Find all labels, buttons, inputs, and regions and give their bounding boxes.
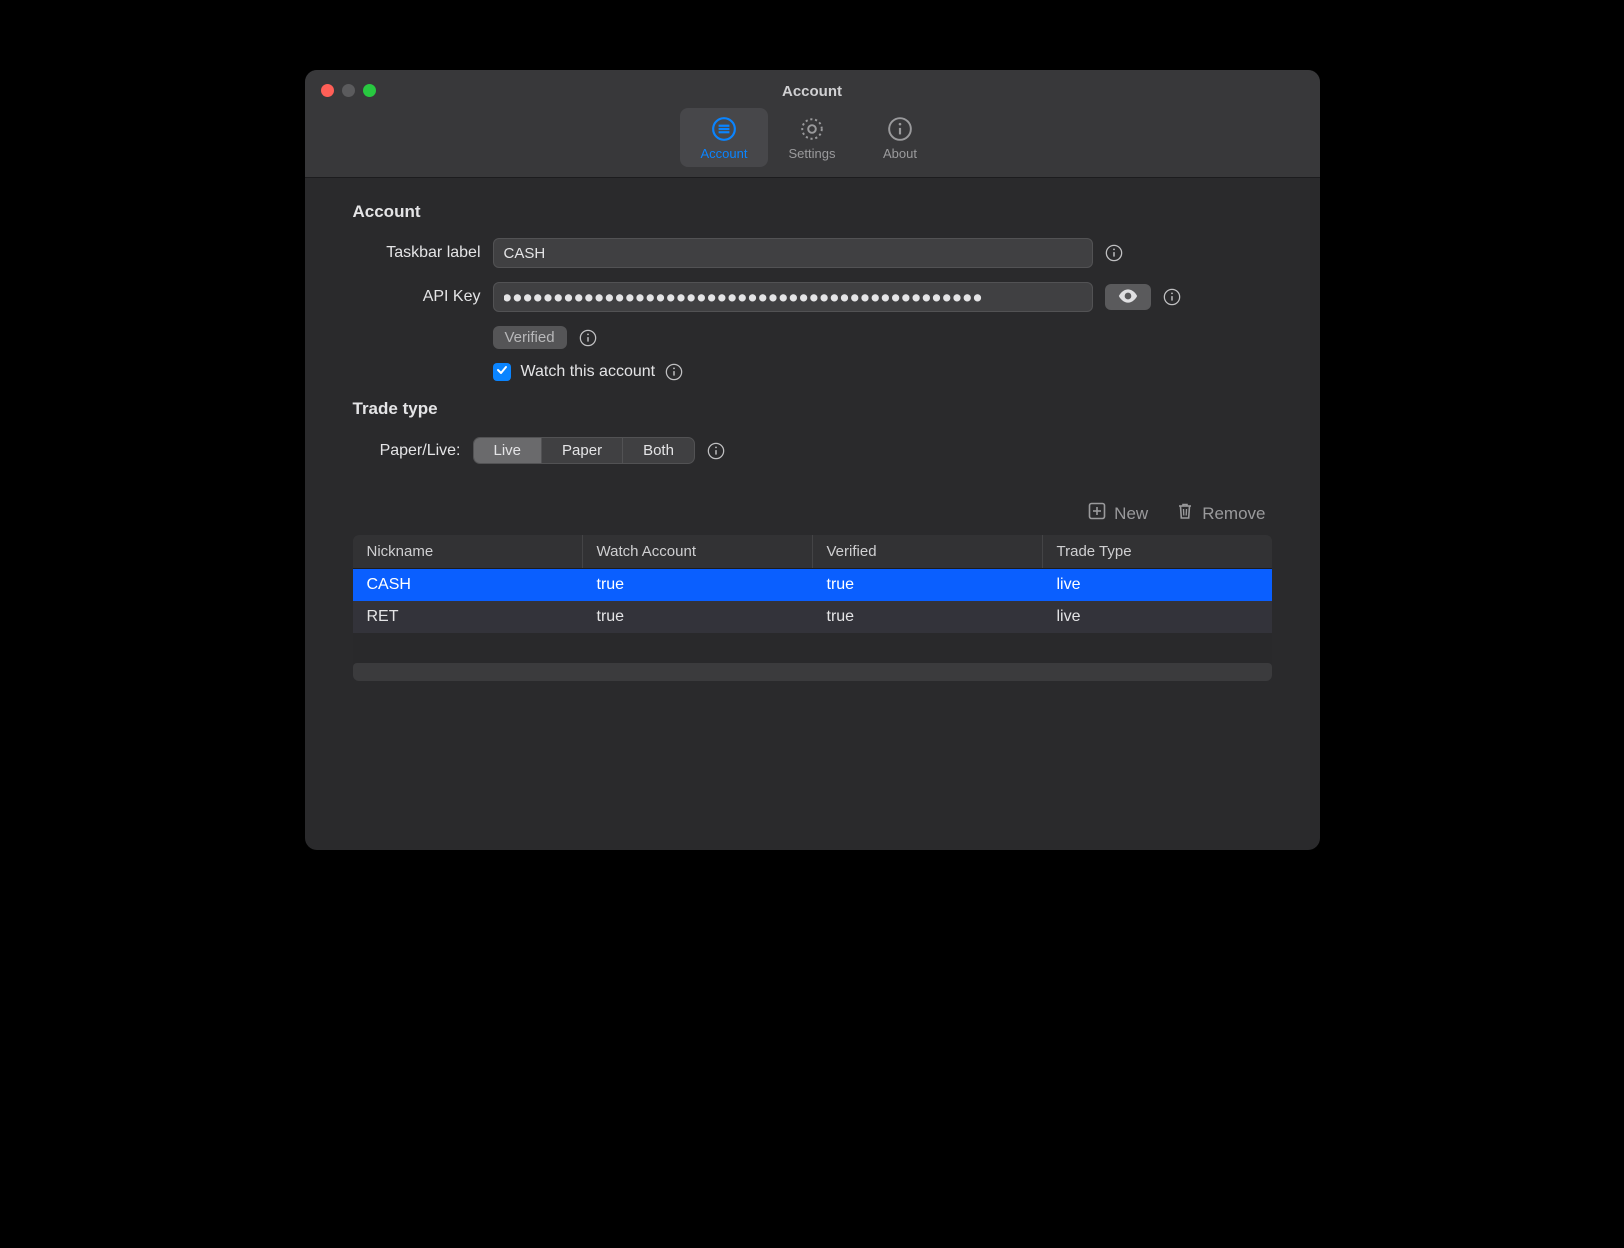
tab-label: Settings [789, 146, 836, 161]
verified-badge: Verified [493, 326, 567, 349]
table-body: CASH true true live RET true true live [353, 569, 1272, 633]
table-header: Nickname Watch Account Verified Trade Ty… [353, 535, 1272, 569]
remove-button-label: Remove [1202, 504, 1265, 524]
taskbar-label-label: Taskbar label [353, 244, 481, 262]
reveal-api-key-button[interactable] [1105, 284, 1151, 310]
table-actions: New Remove [353, 502, 1272, 525]
gear-icon [799, 116, 825, 142]
cell-watch: true [583, 569, 813, 601]
cell-trade: live [1043, 601, 1272, 633]
segment-paper[interactable]: Paper [542, 438, 623, 463]
watch-account-checkbox[interactable] [493, 363, 511, 381]
info-icon [887, 116, 913, 142]
close-window-button[interactable] [321, 84, 334, 97]
zoom-window-button[interactable] [363, 84, 376, 97]
column-verified[interactable]: Verified [813, 535, 1043, 568]
new-button[interactable]: New [1088, 502, 1148, 525]
watch-account-info-icon[interactable] [665, 363, 683, 381]
trade-type-row: Paper/Live: Live Paper Both [353, 437, 1272, 464]
trade-type-segmented-control: Live Paper Both [473, 437, 695, 464]
taskbar-label-row: Taskbar label [353, 238, 1272, 268]
cell-verified: true [813, 569, 1043, 601]
watch-account-label: Watch this account [521, 363, 656, 381]
table-footer-bar [353, 663, 1272, 681]
checkmark-icon [496, 363, 508, 381]
trade-type-info-icon[interactable] [707, 442, 725, 460]
cell-verified: true [813, 601, 1043, 633]
window-title: Account [305, 70, 1320, 100]
content-area: Account Taskbar label API Key Verified [305, 178, 1320, 850]
minimize-window-button[interactable] [342, 84, 355, 97]
segment-both[interactable]: Both [623, 438, 694, 463]
eye-icon [1118, 289, 1138, 306]
column-trade-type[interactable]: Trade Type [1043, 535, 1272, 568]
account-tab-icon [711, 116, 737, 142]
verified-info-icon[interactable] [579, 329, 597, 347]
account-section-heading: Account [353, 202, 1272, 222]
segment-live[interactable]: Live [474, 438, 543, 463]
paper-live-label: Paper/Live: [353, 442, 461, 460]
tab-settings[interactable]: Settings [768, 108, 856, 167]
column-watch-account[interactable]: Watch Account [583, 535, 813, 568]
trade-type-heading: Trade type [353, 399, 1272, 419]
api-key-info-icon[interactable] [1163, 288, 1181, 306]
toolbar-tabs: Account Settings About [305, 100, 1320, 177]
accounts-table: Nickname Watch Account Verified Trade Ty… [353, 535, 1272, 681]
table-row[interactable]: RET true true live [353, 601, 1272, 633]
cell-nickname: RET [353, 601, 583, 633]
cell-watch: true [583, 601, 813, 633]
preferences-window: Account Account Settings About [305, 70, 1320, 850]
titlebar: Account Account Settings About [305, 70, 1320, 178]
new-button-label: New [1114, 504, 1148, 524]
api-key-label: API Key [353, 288, 481, 306]
api-key-row: API Key [353, 282, 1272, 312]
remove-button[interactable]: Remove [1176, 502, 1265, 525]
table-row[interactable]: CASH true true live [353, 569, 1272, 601]
tab-about[interactable]: About [856, 108, 944, 167]
taskbar-label-input[interactable] [493, 238, 1093, 268]
traffic-lights [321, 84, 376, 97]
trash-icon [1176, 502, 1194, 525]
tab-account[interactable]: Account [680, 108, 768, 167]
cell-trade: live [1043, 569, 1272, 601]
tab-label: Account [701, 146, 748, 161]
api-key-input[interactable] [493, 282, 1093, 312]
taskbar-label-info-icon[interactable] [1105, 244, 1123, 262]
plus-square-icon [1088, 502, 1106, 525]
cell-nickname: CASH [353, 569, 583, 601]
tab-label: About [883, 146, 917, 161]
column-nickname[interactable]: Nickname [353, 535, 583, 568]
verified-row: Verified [353, 326, 1272, 349]
watch-account-row: Watch this account [493, 363, 1272, 381]
